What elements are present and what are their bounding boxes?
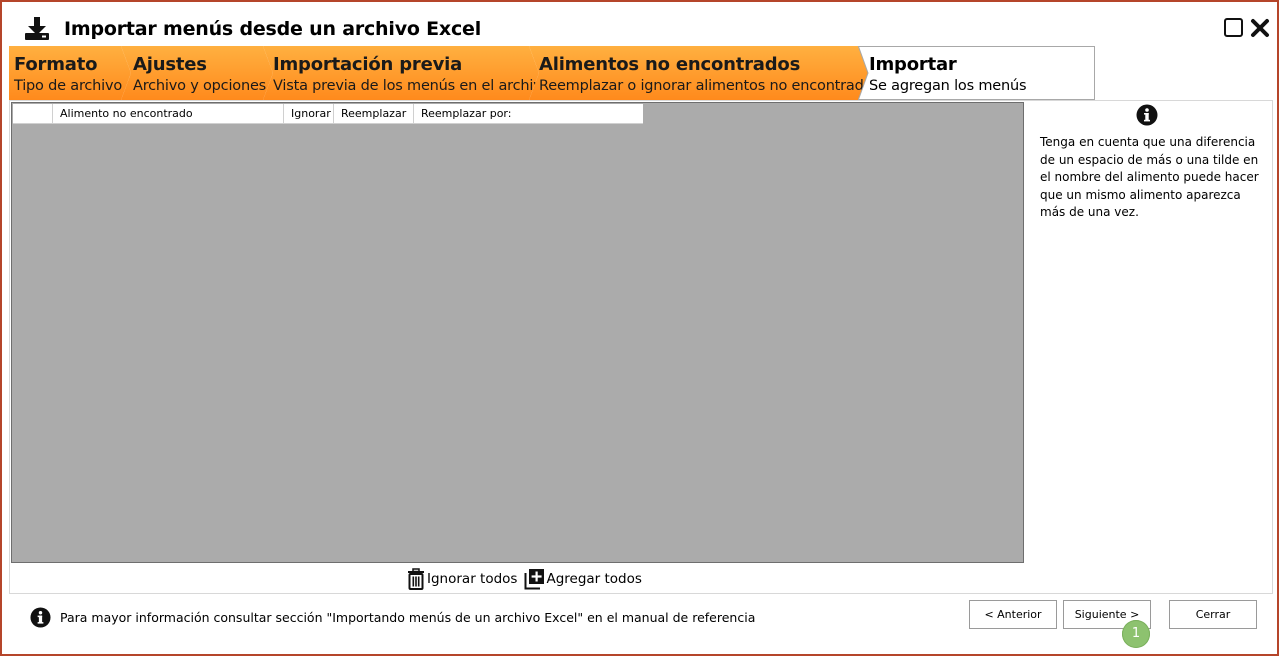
column-header-reemplazar-por[interactable]: Reemplazar por: (414, 104, 643, 124)
info-panel: Tenga en cuenta que una diferencia de un… (1026, 102, 1272, 562)
step-formato[interactable]: Formato Tipo de archivo (9, 46, 131, 100)
footer-help-text: Para mayor información consultar sección… (60, 609, 756, 625)
maximize-icon[interactable] (1223, 17, 1245, 39)
add-all-button[interactable]: Agregar todos (523, 568, 642, 590)
title-bar: Importar menús desde un archivo Excel (2, 2, 1277, 46)
add-all-icon (524, 569, 545, 590)
import-dialog-window: Importar menús desde un archivo Excel Fo… (0, 0, 1279, 656)
column-header-ignorar[interactable]: Ignorar (284, 104, 334, 124)
not-found-foods-grid[interactable]: Alimento no encontrado Ignorar Reemplaza… (11, 102, 1024, 563)
step-alimentos-no-encontrados[interactable]: Alimentos no encontrados Reemplazar o ig… (529, 46, 880, 100)
footer-help: Para mayor información consultar sección… (30, 606, 755, 628)
ignore-all-button[interactable]: Ignorar todos (406, 568, 517, 590)
wizard-steps: Formato Tipo de archivo Ajustes Archivo … (9, 46, 1095, 100)
column-header-reemplazar[interactable]: Reemplazar (334, 104, 414, 124)
step-badge: 1 (1122, 620, 1150, 648)
previous-button[interactable]: < Anterior (969, 600, 1057, 629)
info-icon (30, 606, 51, 628)
add-all-label: Agregar todos (546, 571, 642, 587)
close-button[interactable]: Cerrar (1169, 600, 1257, 629)
step-subtitle: Tipo de archivo (14, 78, 123, 94)
step-subtitle: Reemplazar o ignorar alimentos no encont… (539, 78, 880, 94)
step-subtitle: Vista previa de los menús en el archivo (273, 78, 551, 94)
info-icon (1136, 104, 1158, 126)
step-importacion-previa[interactable]: Importación previa Vista previa de los m… (263, 46, 550, 100)
step-title: Importar (869, 54, 957, 75)
ignore-all-label: Ignorar todos (427, 571, 518, 587)
step-title: Alimentos no encontrados (539, 54, 801, 75)
column-header-alimento[interactable]: Alimento no encontrado (53, 104, 284, 124)
trash-icon (408, 568, 424, 590)
grid-header: Alimento no encontrado Ignorar Reemplaza… (13, 104, 643, 124)
step-ajustes[interactable]: Ajustes Archivo y opciones (121, 46, 273, 100)
download-icon (25, 17, 49, 40)
grid-actions: Ignorar todos Agregar todos (406, 567, 642, 591)
step-subtitle: Archivo y opciones (133, 78, 267, 94)
column-header-selector[interactable] (13, 104, 53, 124)
step-title: Ajustes (133, 54, 207, 75)
step-importar[interactable]: Importar Se agregan los menús (858, 46, 1095, 100)
info-note: Tenga en cuenta que una diferencia de un… (1040, 135, 1259, 219)
close-icon[interactable] (1249, 17, 1271, 39)
step-title: Formato (14, 54, 98, 75)
step-subtitle: Se agregan los menús (869, 78, 1027, 94)
window-title: Importar menús desde un archivo Excel (64, 18, 482, 40)
step-title: Importación previa (273, 54, 463, 75)
